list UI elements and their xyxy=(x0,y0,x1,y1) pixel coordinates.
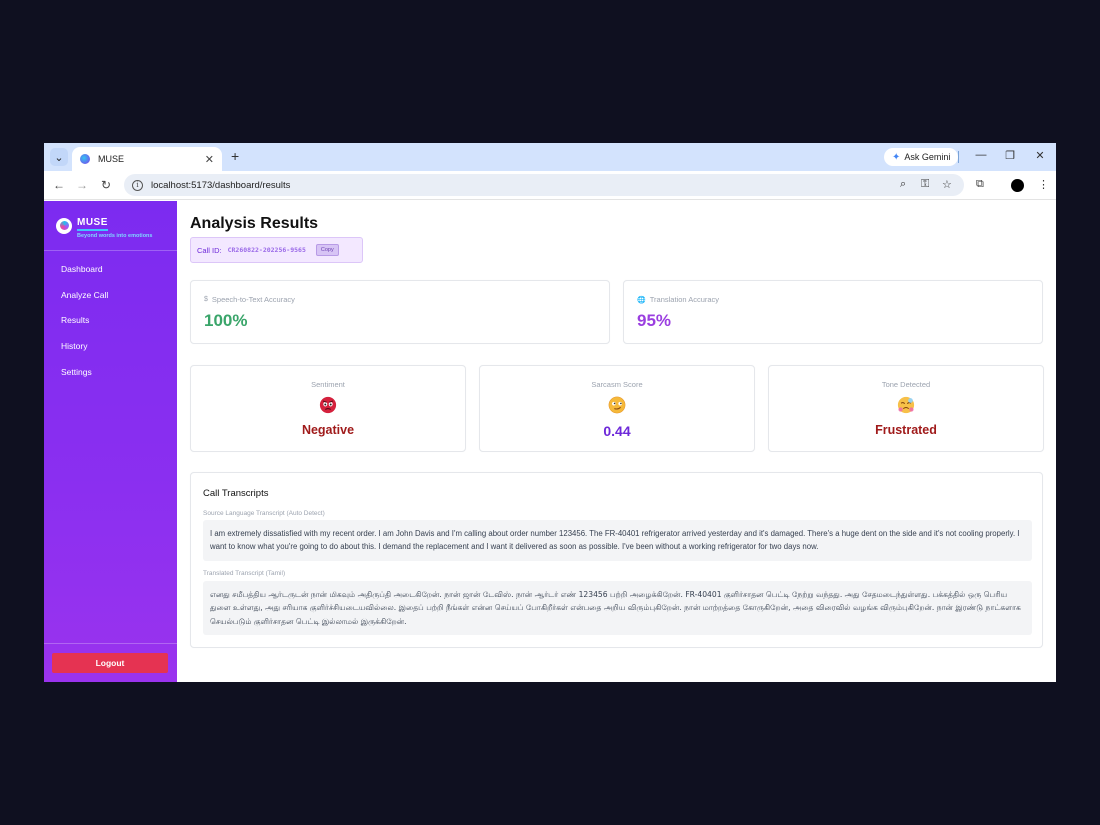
tone-label: Tone Detected xyxy=(881,380,931,389)
favicon-icon xyxy=(80,154,90,164)
frustrated-face-icon xyxy=(897,396,915,414)
tab-title: MUSE xyxy=(98,154,125,164)
brand-name: MUSE xyxy=(77,217,108,231)
close-window-icon[interactable]: ✕ xyxy=(1032,149,1048,162)
minimize-icon[interactable]: — xyxy=(973,149,989,161)
angry-face-icon xyxy=(319,396,337,414)
sarcasm-label: Sarcasm Score xyxy=(591,380,643,389)
back-icon[interactable]: ← xyxy=(52,178,66,192)
translation-accuracy-label-row: 🌐 Translation Accuracy xyxy=(637,295,719,304)
translated-transcript-text: எனது சமீபத்திய ஆர்டருடன் நான் மிகவும் அத… xyxy=(203,581,1032,635)
sentiment-card: Sentiment Negative xyxy=(190,365,466,452)
bookmark-star-icon[interactable]: ☆ xyxy=(942,178,952,191)
page-title: Analysis Results xyxy=(190,215,319,232)
call-id-label: Call ID: xyxy=(197,245,222,255)
sarcasm-value: 0.44 xyxy=(603,423,631,439)
sarcasm-card: Sarcasm Score 0.44 xyxy=(479,365,755,452)
source-transcript-label: Source Language Transcript (Auto Detect) xyxy=(203,510,325,517)
menu-kebab-icon[interactable]: ⋮ xyxy=(1038,178,1049,191)
ask-gemini-button[interactable]: ✦ Ask Gemini xyxy=(884,148,959,166)
stt-accuracy-card: $ Speech-to-Text Accuracy 100% xyxy=(190,280,610,344)
sidebar-item-history[interactable]: History xyxy=(44,338,177,364)
sidebar: MUSE Beyond words into emotions Dashboar… xyxy=(44,201,177,682)
muse-logo-icon xyxy=(56,217,72,234)
chevron-down-icon: ⌄ xyxy=(54,151,64,164)
translated-transcript-label: Translated Transcript (Tamil) xyxy=(203,570,286,577)
browser-toolbar: ← → ↻ i localhost:5173/dashboard/results… xyxy=(44,171,1056,200)
transcripts-card: Call Transcripts Source Language Transcr… xyxy=(190,472,1043,648)
tone-value: Frustrated xyxy=(875,423,937,437)
brand-tagline: Beyond words into emotions xyxy=(77,233,153,239)
smirk-face-icon xyxy=(608,396,626,414)
tone-card: Tone Detected Frustrated xyxy=(768,365,1044,452)
divider xyxy=(958,151,959,163)
transcripts-title: Call Transcripts xyxy=(203,488,269,499)
close-tab-icon[interactable]: ✕ xyxy=(205,153,214,166)
translation-accuracy-value: 95% xyxy=(637,311,672,330)
url-text: localhost:5173/dashboard/results xyxy=(151,179,291,191)
sidebar-footer: Logout xyxy=(44,643,177,682)
globe-icon: 🌐 xyxy=(637,296,646,304)
zoom-icon[interactable]: ⌕ xyxy=(900,178,906,191)
sentiment-label: Sentiment xyxy=(311,380,345,389)
ask-gemini-label: Ask Gemini xyxy=(904,152,951,162)
stt-accuracy-label-row: $ Speech-to-Text Accuracy xyxy=(204,295,295,304)
tab-strip: ⌄ MUSE ✕ + ✦ Ask Gemini — ❐ ✕ xyxy=(44,143,1056,171)
tab-search-button[interactable]: ⌄ xyxy=(50,148,68,166)
logout-button[interactable]: Logout xyxy=(52,653,168,673)
translation-accuracy-card: 🌐 Translation Accuracy 95% xyxy=(623,280,1043,344)
sidebar-item-dashboard[interactable]: Dashboard xyxy=(44,261,177,287)
sidebar-item-analyze-call[interactable]: Analyze Call xyxy=(44,287,177,313)
address-bar[interactable]: i localhost:5173/dashboard/results ⌕ ⚿ ☆ xyxy=(124,174,964,196)
call-id-box: Call ID: CR260822-202256-9565 Copy xyxy=(190,237,363,263)
dollar-icon: $ xyxy=(204,296,208,303)
extensions-icon[interactable]: ⧉ xyxy=(976,178,984,191)
restore-icon[interactable]: ❐ xyxy=(1002,149,1018,162)
profile-avatar[interactable] xyxy=(1011,179,1024,192)
reload-icon[interactable]: ↻ xyxy=(99,178,113,192)
stt-accuracy-value: 100% xyxy=(204,311,248,330)
app-root: MUSE Beyond words into emotions Dashboar… xyxy=(44,201,1056,682)
sidebar-item-results[interactable]: Results xyxy=(44,312,177,338)
browser-tab[interactable]: MUSE ✕ xyxy=(72,147,222,171)
copy-button[interactable]: Copy xyxy=(315,244,339,256)
gemini-icon: ✦ xyxy=(892,151,901,163)
site-info-icon[interactable]: i xyxy=(132,179,143,191)
password-key-icon[interactable]: ⚿ xyxy=(921,178,929,191)
translation-accuracy-label: Translation Accuracy xyxy=(649,295,720,304)
brand: MUSE Beyond words into emotions xyxy=(44,201,177,251)
stt-accuracy-label: Speech-to-Text Accuracy xyxy=(211,295,295,304)
call-id-value: CR260822-202256-9565 xyxy=(227,246,306,254)
sidebar-item-settings[interactable]: Settings xyxy=(44,364,177,390)
main-content: Analysis Results Call ID: CR260822-20225… xyxy=(177,201,1056,682)
forward-icon[interactable]: → xyxy=(75,178,89,192)
sidebar-nav: Dashboard Analyze Call Results History S… xyxy=(44,261,177,389)
new-tab-icon[interactable]: + xyxy=(231,148,239,164)
source-transcript-text: I am extremely dissatisfied with my rece… xyxy=(203,520,1032,561)
browser-window: ⌄ MUSE ✕ + ✦ Ask Gemini — ❐ ✕ ← → ↻ i lo… xyxy=(44,143,1056,682)
sentiment-value: Negative xyxy=(301,423,355,437)
